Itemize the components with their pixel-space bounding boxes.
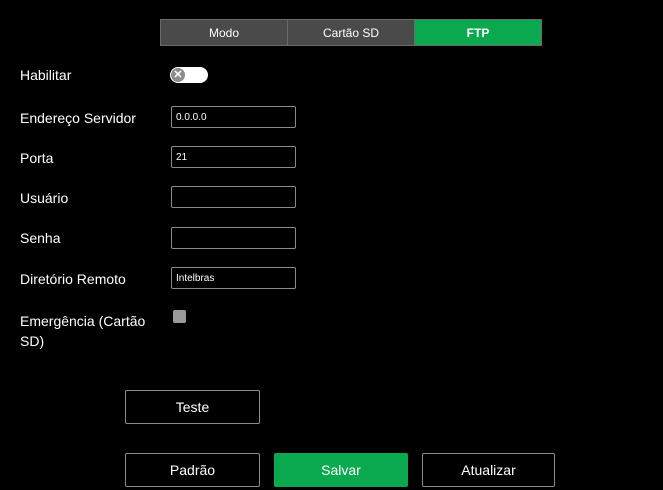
tab-modo[interactable]: Modo: [161, 20, 288, 45]
save-button[interactable]: Salvar: [274, 453, 408, 487]
test-button[interactable]: Teste: [125, 390, 260, 424]
enable-label: Habilitar: [20, 67, 72, 83]
emergency-label-line1: Emergência (Cartão: [20, 313, 146, 329]
x-icon: ✕: [171, 68, 185, 82]
tab-ftp[interactable]: FTP: [415, 20, 541, 45]
emergency-label-line2: SD): [20, 333, 45, 349]
port-input[interactable]: [171, 146, 296, 168]
enable-toggle[interactable]: ✕: [170, 67, 208, 83]
tab-bar: Modo Cartão SD FTP: [160, 19, 542, 46]
default-button[interactable]: Padrão: [125, 453, 260, 487]
emergency-label: Emergência (Cartão SD): [20, 311, 145, 351]
emergency-checkbox[interactable]: [173, 310, 186, 323]
username-label: Usuário: [20, 190, 69, 206]
server-address-label: Endereço Servidor: [20, 110, 136, 126]
tab-cartao-sd[interactable]: Cartão SD: [288, 20, 415, 45]
username-input[interactable]: [171, 186, 296, 208]
server-address-input[interactable]: [171, 106, 296, 128]
password-input[interactable]: [171, 227, 296, 249]
port-label: Porta: [20, 150, 54, 166]
password-label: Senha: [20, 230, 61, 246]
remote-directory-input[interactable]: [171, 267, 296, 289]
remote-directory-label: Diretório Remoto: [20, 271, 126, 287]
refresh-button[interactable]: Atualizar: [422, 453, 555, 487]
